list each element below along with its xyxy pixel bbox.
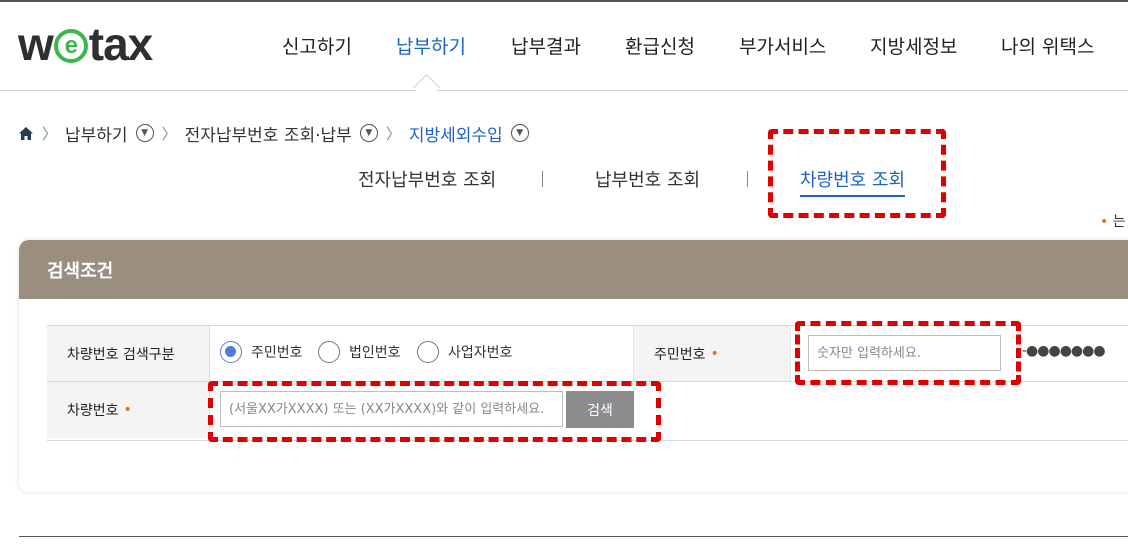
site-header: w e tax 신고하기 납부하기 납부결과 환급신청 부가서비스 지방세정보 나의…: [0, 2, 1128, 91]
label-resident-number: 주민번호 •: [633, 326, 791, 381]
breadcrumb-item-epay-lookup[interactable]: 전자납부번호 조회·납부: [185, 121, 352, 146]
chevron-right-icon: 〉: [42, 124, 58, 143]
radio-business-label: 사업자번호: [448, 345, 513, 361]
nav-item-payment[interactable]: 납부하기: [396, 32, 466, 59]
subtab-divider: [747, 171, 748, 187]
required-note: • 는: [1100, 211, 1126, 231]
required-note-text: 는: [1112, 214, 1126, 230]
label-search-type: 차량번호 검색구분: [47, 326, 210, 381]
chevron-right-icon: 〉: [385, 124, 401, 143]
logo-text-tax: tax: [88, 18, 153, 70]
radio-corporate-number[interactable]: 법인번호: [318, 341, 401, 363]
highlight-box-vehicle-input: [208, 381, 661, 442]
nav-item-local-tax-info[interactable]: 지방세정보: [870, 32, 957, 59]
logo-text-w: w: [18, 18, 54, 70]
breadcrumb: 〉 납부하기 ▼ 〉 전자납부번호 조회·납부 ▼ 〉 지방세외수입 ▼: [18, 120, 529, 146]
chevron-right-icon: 〉: [161, 124, 177, 143]
radio-resident-number[interactable]: 주민번호: [220, 341, 303, 363]
logo-e-circle: e: [53, 29, 88, 63]
label-vehicle-number: 차량번호 •: [47, 382, 210, 438]
required-dot: •: [1100, 214, 1109, 230]
required-dot: •: [710, 345, 719, 362]
breadcrumb-item-payment[interactable]: 납부하기: [65, 121, 128, 146]
bottom-divider: [19, 536, 1128, 537]
highlight-box-vehicle-tab: [768, 129, 946, 218]
radio-corporate-label: 법인번호: [349, 345, 401, 361]
nav-item-report[interactable]: 신고하기: [282, 32, 352, 59]
home-icon[interactable]: [18, 126, 34, 141]
highlight-box-resident-input: [795, 321, 1021, 385]
radio-checked-icon[interactable]: [220, 341, 242, 363]
label-search-type-text: 차량번호 검색구분: [67, 346, 175, 363]
chevron-down-icon[interactable]: ▼: [135, 124, 154, 142]
radio-business-number[interactable]: 사업자번호: [417, 341, 512, 363]
chevron-down-icon[interactable]: ▼: [510, 124, 529, 142]
radio-unchecked-icon[interactable]: [318, 341, 340, 363]
masked-resident-suffix: -●●●●●●●: [1022, 343, 1106, 359]
nav-item-extra-services[interactable]: 부가서비스: [739, 32, 826, 59]
subtab-epay-number[interactable]: 전자납부번호 조회: [358, 166, 496, 192]
label-vehicle-number-text: 차량번호: [67, 403, 119, 419]
radio-unchecked-icon[interactable]: [417, 341, 439, 363]
search-panel-title: 검색조건: [19, 240, 1128, 299]
wetax-logo[interactable]: w e tax: [18, 18, 153, 70]
chevron-down-icon[interactable]: ▼: [359, 124, 378, 142]
breadcrumb-item-current[interactable]: 지방세외수입: [409, 121, 503, 146]
nav-item-my-wetax[interactable]: 나의 위택스: [1001, 32, 1094, 59]
radio-resident-label: 주민번호: [251, 345, 303, 361]
nav-item-payment-result[interactable]: 납부결과: [511, 32, 581, 59]
subtab-payment-number[interactable]: 납부번호 조회: [595, 166, 700, 192]
nav-item-refund[interactable]: 환급신청: [625, 32, 695, 59]
label-resident-number-text: 주민번호: [654, 346, 706, 363]
subtab-divider: [542, 171, 543, 187]
required-dot: •: [123, 402, 132, 418]
